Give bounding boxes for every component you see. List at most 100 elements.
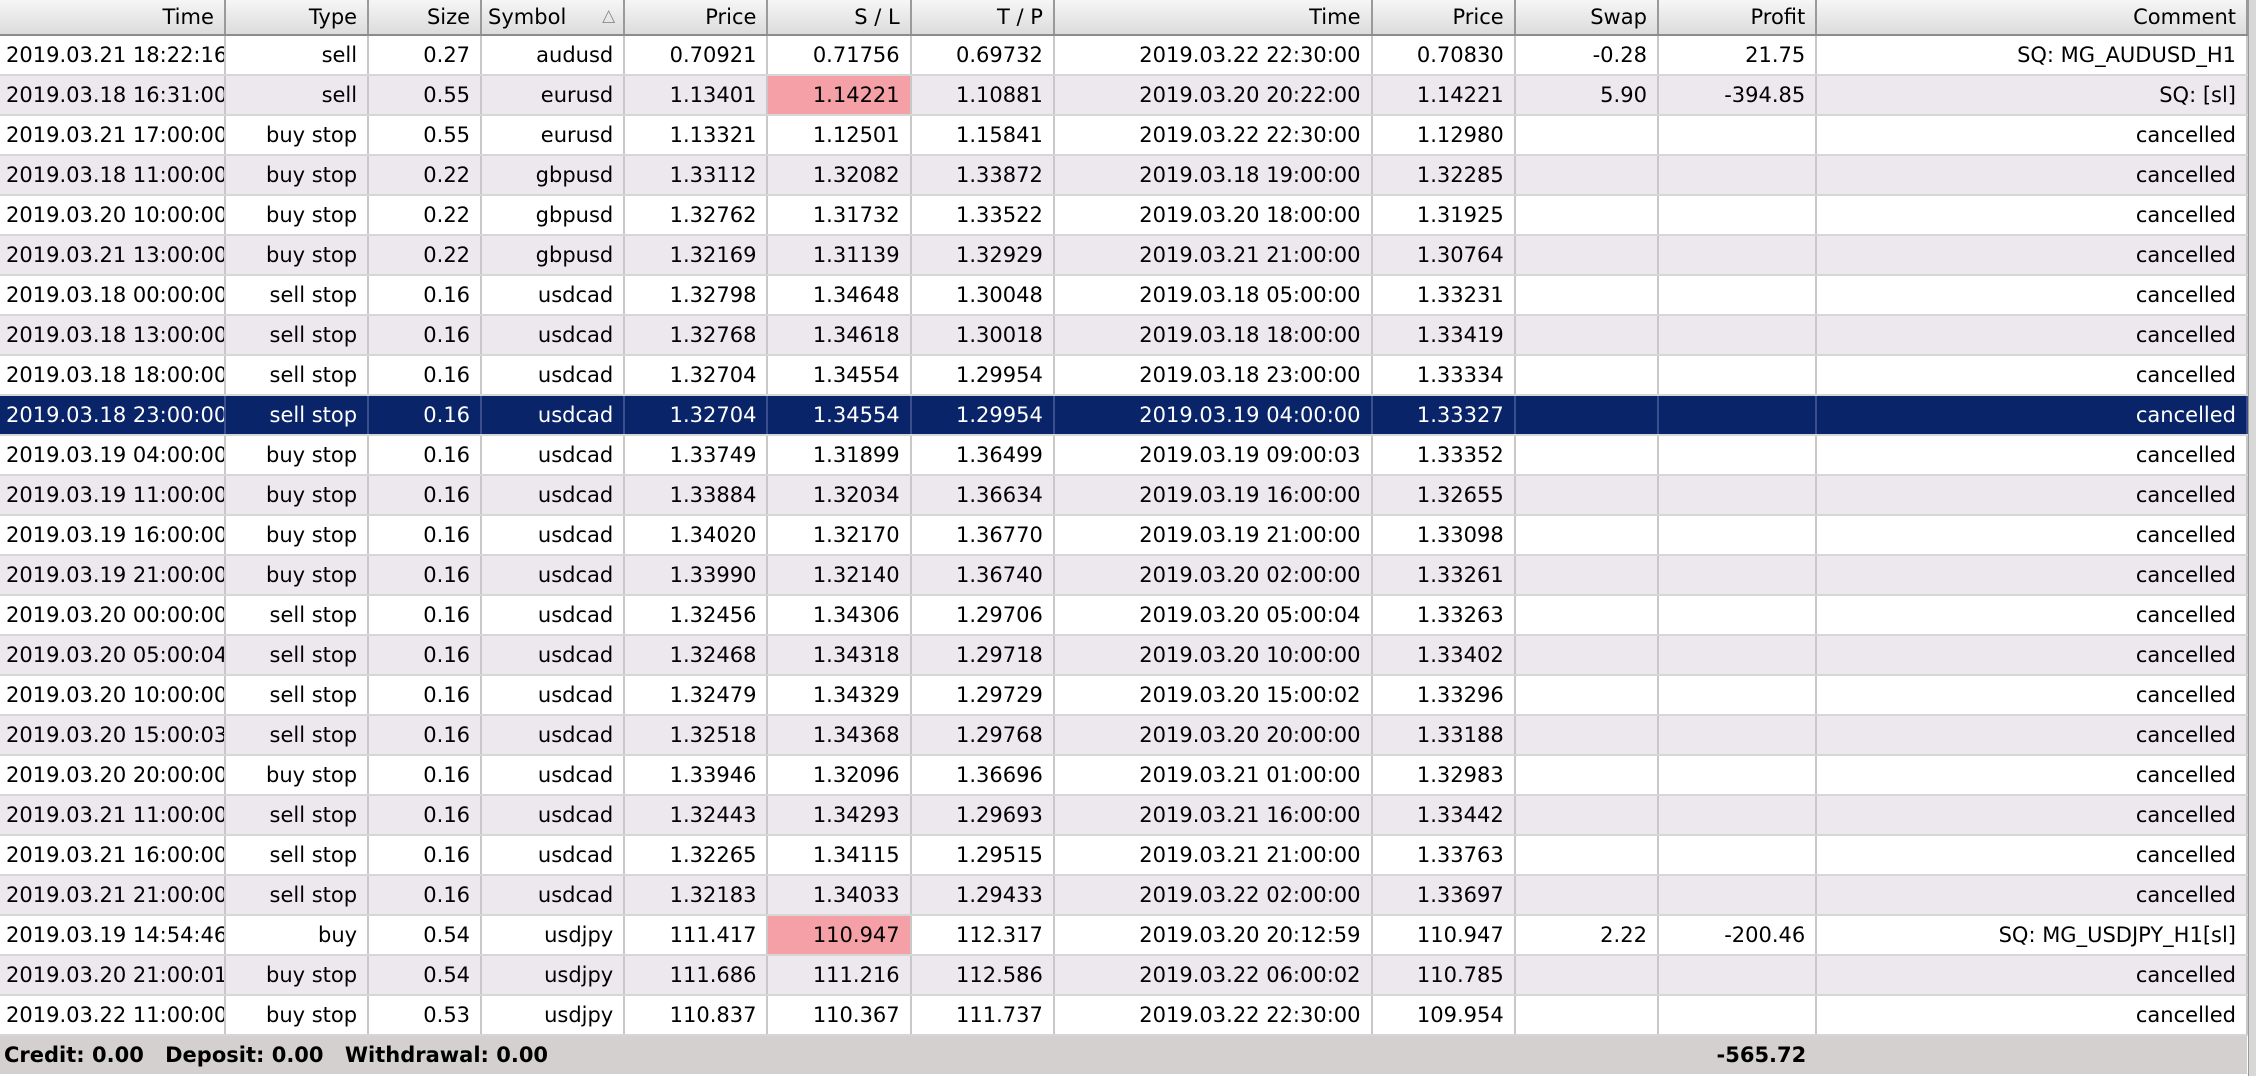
table-row[interactable]: 2019.03.18 00:00:00 sell stop 0.16 usdcad 1.… (0, 275, 2248, 316)
cell-type: sell stop (224, 875, 370, 916)
table-row[interactable]: 2019.03.21 17:00:00 buy stop 0.55 eurusd 1.1… (0, 115, 2248, 156)
cell-profit (1657, 995, 1818, 1036)
column-header-sl[interactable]: S / L (767, 0, 912, 36)
cell-swap: -0.28 (1514, 35, 1659, 76)
cell-size: 0.53 (368, 995, 483, 1036)
cell-sl: 1.32170 (767, 515, 912, 556)
cell-profit (1657, 355, 1818, 396)
cell-size: 0.16 (368, 715, 483, 756)
table-row[interactable]: 2019.03.20 10:00:00 buy stop 0.22 gbpusd 1.3… (0, 195, 2248, 236)
cell-size: 0.16 (368, 875, 483, 916)
cell-swap (1514, 115, 1659, 156)
column-header-profit[interactable]: Profit (1657, 0, 1818, 36)
cell-open-price: 1.32456 (624, 595, 769, 636)
cell-open-price: 1.34020 (624, 515, 769, 556)
cell-close-time: 2019.03.20 20:12:59 (1053, 915, 1373, 956)
cell-swap (1514, 475, 1659, 516)
cell-open-time: 2019.03.20 05:00:04 (0, 635, 226, 676)
table-row[interactable]: 2019.03.18 18:00:00 sell stop 0.16 usdcad 1.… (0, 355, 2248, 396)
cell-sl: 1.34329 (767, 675, 912, 716)
table-row[interactable]: 2019.03.19 16:00:00 buy stop 0.16 usdcad 1.3… (0, 515, 2248, 556)
cell-sl: 1.32096 (767, 755, 912, 796)
cell-type: sell stop (224, 715, 370, 756)
cell-open-price: 1.33946 (624, 755, 769, 796)
account-balance-summary: Credit: 0.00 Deposit: 0.00 Withdrawal: 0… (0, 1035, 1658, 1074)
cell-swap (1514, 995, 1659, 1036)
table-row[interactable]: 2019.03.18 13:00:00 sell stop 0.16 usdcad 1.… (0, 315, 2248, 356)
cell-close-time: 2019.03.20 20:00:00 (1053, 715, 1373, 756)
column-header-swap[interactable]: Swap (1514, 0, 1659, 36)
cell-tp: 1.29954 (910, 395, 1055, 436)
cell-close-price: 109.954 (1371, 995, 1516, 1036)
cell-comment: cancelled (1816, 195, 2248, 236)
column-header-close-price[interactable]: Price (1371, 0, 1516, 36)
cell-type: sell stop (224, 835, 370, 876)
cell-close-time: 2019.03.19 21:00:00 (1053, 515, 1373, 556)
cell-comment: cancelled (1816, 435, 2248, 476)
column-header-comment[interactable]: Comment (1816, 0, 2248, 36)
table-row[interactable]: 2019.03.19 04:00:00 buy stop 0.16 usdcad 1.3… (0, 435, 2248, 476)
cell-comment: cancelled (1816, 115, 2248, 156)
table-row[interactable]: 2019.03.21 16:00:00 sell stop 0.16 usdcad 1.… (0, 835, 2248, 876)
table-row[interactable]: 2019.03.21 21:00:00 sell stop 0.16 usdcad 1.… (0, 875, 2248, 916)
cell-open-price: 1.32479 (624, 675, 769, 716)
cell-symbol: eurusd (481, 115, 626, 156)
table-row[interactable]: 2019.03.19 14:54:46 buy 0.54 usdjpy 111.417 1… (0, 915, 2248, 956)
cell-comment: cancelled (1816, 355, 2248, 396)
cell-swap (1514, 195, 1659, 236)
cell-size: 0.16 (368, 755, 483, 796)
cell-swap (1514, 955, 1659, 996)
cell-symbol: usdcad (481, 475, 626, 516)
table-row[interactable]: 2019.03.18 11:00:00 buy stop 0.22 gbpusd 1.3… (0, 155, 2248, 196)
table-row[interactable]: 2019.03.20 00:00:00 sell stop 0.16 usdcad 1.… (0, 595, 2248, 636)
table-row[interactable]: 2019.03.19 21:00:00 buy stop 0.16 usdcad 1.3… (0, 555, 2248, 596)
cell-profit (1657, 195, 1818, 236)
cell-close-price: 1.33327 (1371, 395, 1516, 436)
table-row[interactable]: 2019.03.19 11:00:00 buy stop 0.16 usdcad 1.3… (0, 475, 2248, 516)
column-header-type[interactable]: Type (224, 0, 370, 36)
column-header-symbol[interactable]: Symbol △ (481, 0, 626, 36)
cell-symbol: usdjpy (481, 955, 626, 996)
cell-tp: 1.10881 (910, 75, 1055, 116)
table-row[interactable]: 2019.03.20 15:00:03 sell stop 0.16 usdcad 1.… (0, 715, 2248, 756)
cell-open-price: 1.32798 (624, 275, 769, 316)
cell-tp: 0.69732 (910, 35, 1055, 76)
column-header-label: Symbol (488, 5, 567, 29)
table-row[interactable]: 2019.03.20 21:00:01 buy stop 0.54 usdjpy 111… (0, 955, 2248, 996)
table-row[interactable]: 2019.03.21 11:00:00 sell stop 0.16 usdcad 1.… (0, 795, 2248, 836)
table-row[interactable]: 2019.03.18 16:31:00 sell 0.55 eurusd 1.13401… (0, 75, 2248, 116)
column-header-close-time[interactable]: Time (1053, 0, 1373, 36)
cell-open-time: 2019.03.20 10:00:00 (0, 675, 226, 716)
table-row[interactable]: 2019.03.21 18:22:16 sell 0.27 audusd 0.70921… (0, 35, 2248, 76)
cell-profit: -200.46 (1657, 915, 1818, 956)
cell-tp: 1.33522 (910, 195, 1055, 236)
cell-open-time: 2019.03.19 11:00:00 (0, 475, 226, 516)
cell-profit (1657, 555, 1818, 596)
column-header-size[interactable]: Size (368, 0, 483, 36)
cell-close-price: 1.33419 (1371, 315, 1516, 356)
cell-profit (1657, 315, 1818, 356)
table-row[interactable]: 2019.03.20 10:00:00 sell stop 0.16 usdcad 1.… (0, 675, 2248, 716)
cell-tp: 1.30048 (910, 275, 1055, 316)
table-row[interactable]: 2019.03.20 05:00:04 sell stop 0.16 usdcad 1.… (0, 635, 2248, 676)
cell-type: buy stop (224, 115, 370, 156)
cell-swap (1514, 755, 1659, 796)
column-header-label: T / P (996, 5, 1043, 29)
cell-swap (1514, 355, 1659, 396)
column-header-open-time[interactable]: Time (0, 0, 226, 36)
cell-profit: -394.85 (1657, 75, 1818, 116)
cell-close-time: 2019.03.18 18:00:00 (1053, 315, 1373, 356)
cell-swap (1514, 435, 1659, 476)
cell-open-time: 2019.03.21 13:00:00 (0, 235, 226, 276)
cell-size: 0.16 (368, 435, 483, 476)
cell-type: buy stop (224, 235, 370, 276)
table-row[interactable]: 2019.03.22 11:00:00 buy stop 0.53 usdjpy 110… (0, 995, 2248, 1036)
cell-close-time: 2019.03.21 21:00:00 (1053, 835, 1373, 876)
table-row[interactable]: 2019.03.20 20:00:00 buy stop 0.16 usdcad 1.3… (0, 755, 2248, 796)
table-row-selected[interactable]: 2019.03.18 23:00:00 sell stop 0.16 usdcad 1.… (0, 395, 2248, 436)
column-header-tp[interactable]: T / P (910, 0, 1055, 36)
column-header-open-price[interactable]: Price (624, 0, 769, 36)
table-row[interactable]: 2019.03.21 13:00:00 buy stop 0.22 gbpusd 1.3… (0, 235, 2248, 276)
cell-close-price: 1.32655 (1371, 475, 1516, 516)
cell-sl: 1.31732 (767, 195, 912, 236)
